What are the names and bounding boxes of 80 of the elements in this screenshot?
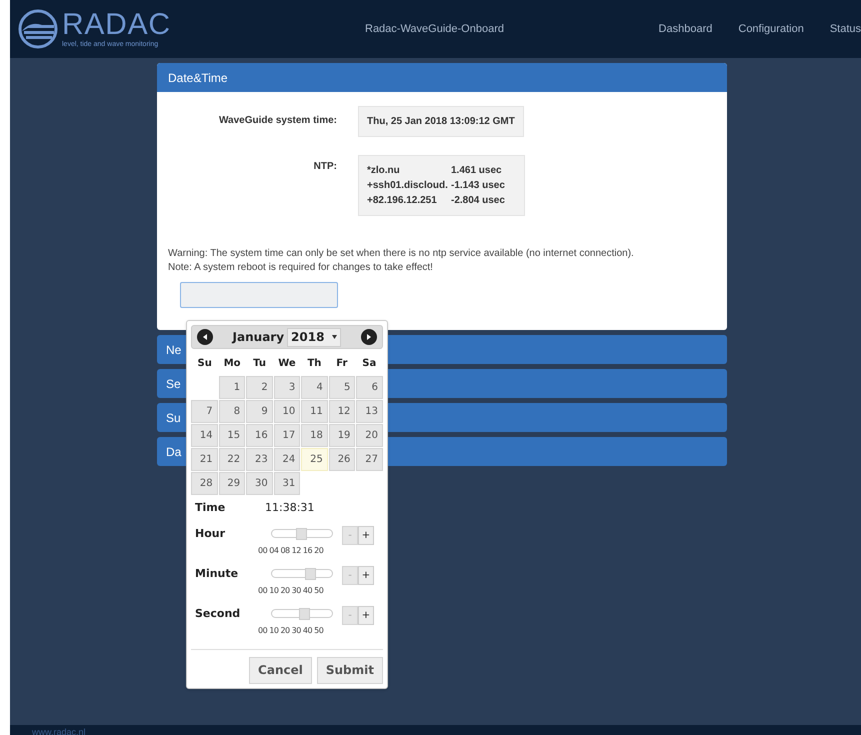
slider-thumb[interactable] — [298, 608, 310, 620]
panel-title: Da — [166, 444, 182, 460]
slider-track[interactable] — [271, 528, 333, 538]
day-cell[interactable]: 15 — [218, 424, 246, 447]
day-cell[interactable]: 2 — [246, 376, 273, 399]
panel-title: Date&Time — [168, 70, 228, 86]
site-title: Radac-WaveGuide-Onboard — [365, 22, 504, 37]
day-cell[interactable]: 16 — [246, 424, 273, 447]
panel-title: Ne — [166, 342, 182, 358]
panel-title: Su — [166, 410, 181, 426]
slider-label: Minute — [195, 566, 240, 582]
ntp-host: +82.196.12.251 — [367, 194, 438, 208]
slider-ticks: 00 10 20 30 40 50 — [257, 624, 324, 636]
day-cell[interactable]: 8 — [218, 400, 246, 423]
day-cell[interactable]: 3 — [274, 376, 300, 399]
increment-button[interactable]: + — [358, 606, 374, 624]
increment-button[interactable]: + — [358, 566, 374, 584]
increment-button[interactable]: + — [358, 526, 374, 544]
nav-link[interactable]: Dashboard — [658, 20, 712, 38]
year-select[interactable]: 2018 — [287, 328, 342, 346]
slider-ticks: 00 10 20 30 40 50 — [257, 584, 324, 596]
day-cell[interactable]: 25 — [301, 448, 328, 471]
day-cell[interactable]: 21 — [191, 448, 218, 471]
right-triangle-icon — [365, 333, 373, 341]
day-cell[interactable]: 12 — [328, 400, 356, 423]
next-month-button[interactable] — [361, 329, 377, 345]
day-cell[interactable]: 24 — [274, 448, 300, 471]
day-cell[interactable]: 18 — [301, 424, 328, 447]
field-label: NTP: — [312, 160, 337, 174]
day-cell[interactable]: 6 — [356, 376, 383, 399]
nav-link[interactable]: Status — [830, 20, 861, 38]
slider-thumb[interactable] — [296, 528, 307, 540]
day-cell[interactable]: 10 — [274, 400, 300, 423]
day-cell[interactable]: 19 — [328, 424, 356, 447]
day-cell[interactable]: 4 — [301, 376, 328, 399]
slider-thumb[interactable] — [305, 568, 316, 580]
ntp-offset: -1.143 usec — [451, 179, 505, 193]
ntp-host: *zlo.nu — [367, 164, 401, 178]
day-cell[interactable]: 20 — [356, 424, 383, 447]
day-cell[interactable]: 11 — [301, 400, 328, 423]
day-cell[interactable]: 13 — [356, 400, 383, 423]
note-text: Note: A system reboot is required for changes to take effect! — [168, 261, 434, 275]
time-label: Time — [195, 500, 226, 516]
system-time-value: Thu, 25 Jan 2018 13:09:12 GMT — [358, 106, 524, 137]
slider-track[interactable] — [271, 568, 333, 578]
panel-header[interactable]: Date&Time — [157, 63, 727, 92]
submit-button[interactable]: Submit — [316, 656, 383, 684]
field-label: WaveGuide system time: — [218, 114, 337, 128]
day-cell[interactable]: 9 — [246, 400, 273, 423]
day-cell[interactable]: 27 — [356, 448, 383, 471]
nav-link[interactable]: Configuration — [738, 20, 804, 38]
warning-text: Warning: The system time can only be set when there is no ntp service available (no internet connection). — [168, 247, 635, 261]
ntp-host: +ssh01.discloud. — [367, 179, 449, 193]
previous-month-button[interactable] — [197, 329, 213, 345]
day-cell[interactable]: 22 — [218, 448, 246, 471]
left-triangle-icon — [201, 333, 209, 341]
day-cell[interactable]: 30 — [246, 472, 273, 495]
slider-label: Hour — [195, 526, 226, 542]
day-cell[interactable]: 1 — [218, 376, 246, 399]
slider-ticks: 00 04 08 12 16 20 — [257, 544, 324, 556]
ntp-offset: 1.461 usec — [451, 164, 502, 178]
day-cell[interactable]: 7 — [191, 400, 218, 423]
slider-track[interactable] — [271, 608, 333, 618]
day-cell[interactable]: 5 — [328, 376, 356, 399]
day-cell[interactable]: 28 — [191, 472, 218, 495]
day-cell[interactable]: 31 — [274, 472, 300, 495]
caret-icon — [332, 335, 338, 339]
logo-icon — [18, 9, 58, 49]
logo-text: RADAC — [62, 10, 171, 40]
datetime-input-field[interactable] — [180, 282, 338, 308]
ntp-offset: -2.804 usec — [451, 194, 505, 208]
slider-label: Second — [195, 606, 242, 622]
panel-title: Se — [166, 376, 181, 392]
time-value: 11:38:31 — [265, 500, 314, 516]
day-cell[interactable]: 23 — [246, 448, 273, 471]
day-cell[interactable]: 26 — [328, 448, 356, 471]
day-cell[interactable]: 17 — [274, 424, 300, 447]
day-cell[interactable]: 29 — [218, 472, 246, 495]
day-cell[interactable]: 14 — [191, 424, 218, 447]
cancel-button[interactable]: Cancel — [249, 656, 312, 684]
